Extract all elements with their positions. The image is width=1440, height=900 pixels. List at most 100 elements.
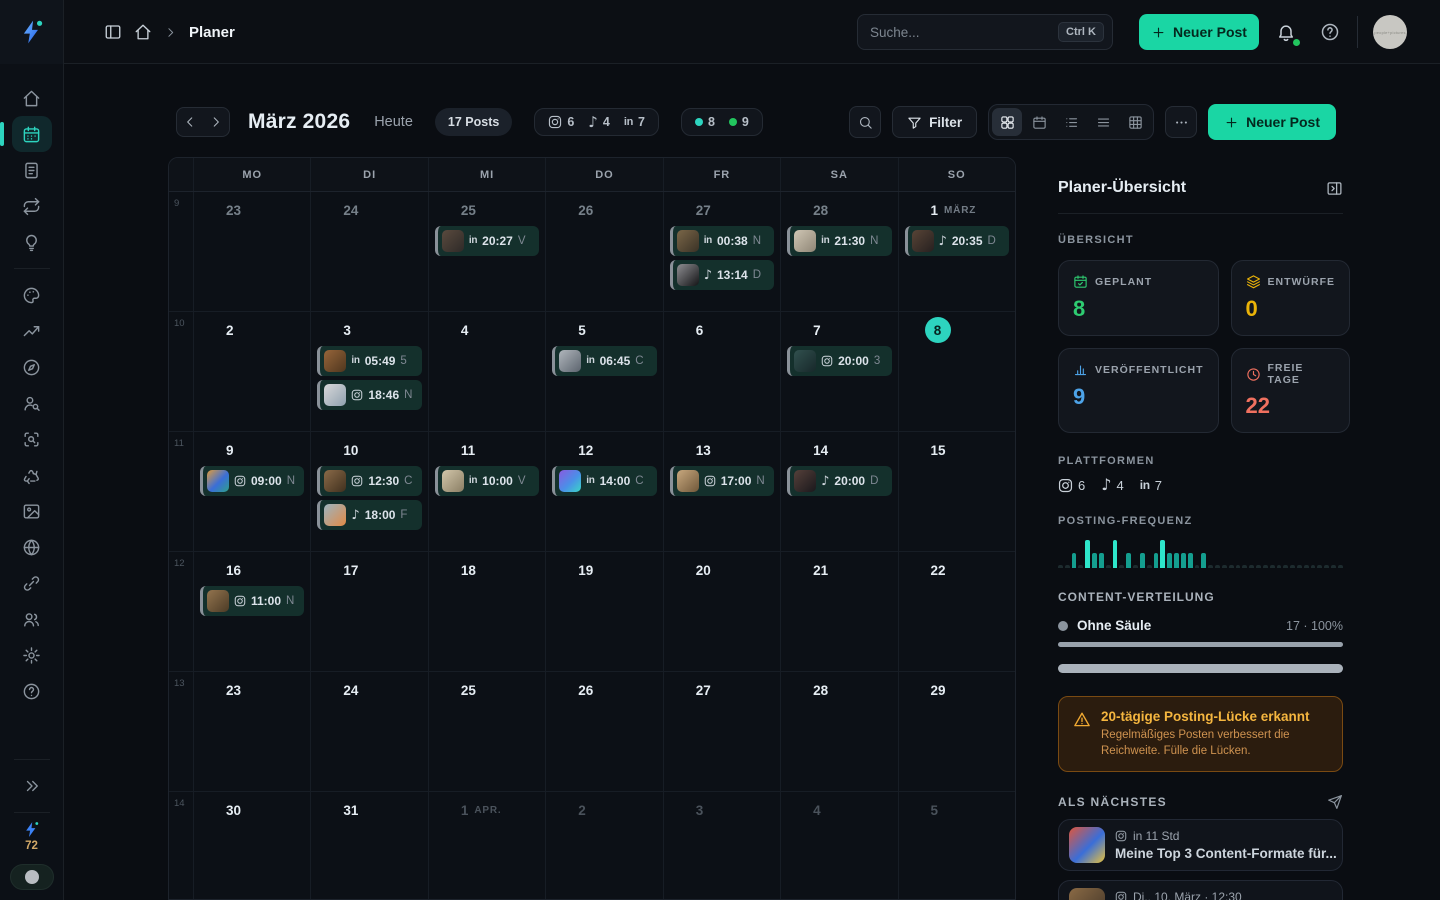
sidebar-item-recycle[interactable] <box>12 457 52 493</box>
filter-button[interactable]: Filter <box>892 106 977 138</box>
sidebar-item-trend[interactable] <box>12 313 52 349</box>
day-cell-24[interactable]: 24 <box>311 192 428 311</box>
view-list-button[interactable] <box>1056 108 1086 136</box>
sidebar-item-help-circle[interactable] <box>12 673 52 709</box>
avatar[interactable]: people+pictures <box>1373 15 1407 49</box>
prev-month-button[interactable] <box>177 108 203 136</box>
next-post-item[interactable]: Di., 10. März · 12:30Q&A: Eure Fragen zu… <box>1058 880 1343 900</box>
day-cell-4[interactable]: 4 <box>429 312 546 431</box>
view-grid2-button[interactable] <box>992 108 1022 136</box>
day-cell-19[interactable]: 19 <box>546 552 663 671</box>
day-cell-12[interactable]: 12in14:00C <box>546 432 663 551</box>
app-logo[interactable] <box>0 0 64 64</box>
today-button[interactable]: Heute <box>374 114 413 130</box>
day-cell-28[interactable]: 28 <box>781 672 898 791</box>
day-cell-23[interactable]: 23 <box>194 672 311 791</box>
sidebar-item-users[interactable] <box>12 601 52 637</box>
post-chip[interactable]: in21:30N <box>787 226 891 256</box>
post-chip[interactable]: 18:46N <box>317 380 421 410</box>
day-cell-13[interactable]: 1317:00N <box>664 432 781 551</box>
sidebar-item-palette[interactable] <box>12 277 52 313</box>
sidebar-item-calendar[interactable] <box>12 116 52 152</box>
day-cell-3[interactable]: 3in05:49518:46N <box>311 312 428 431</box>
sidebar-item-compass[interactable] <box>12 349 52 385</box>
day-cell-6[interactable]: 6 <box>664 312 781 431</box>
day-cell-31[interactable]: 31 <box>311 792 428 900</box>
post-chip[interactable]: in05:495 <box>317 346 421 376</box>
help-button[interactable] <box>1320 22 1340 42</box>
post-chip[interactable]: 11:00N <box>200 586 304 616</box>
day-cell-8[interactable]: 8 <box>899 312 1015 431</box>
sidebar-item-file[interactable] <box>12 152 52 188</box>
view-grid3-button[interactable] <box>1120 108 1150 136</box>
day-cell-26[interactable]: 26 <box>546 192 663 311</box>
sidebar-item-globe[interactable] <box>12 529 52 565</box>
day-cell-9[interactable]: 909:00N <box>194 432 311 551</box>
sidebar-item-user-search[interactable] <box>12 385 52 421</box>
day-cell-29[interactable]: 29 <box>899 672 1015 791</box>
day-cell-25[interactable]: 25 <box>429 672 546 791</box>
next-month-button[interactable] <box>203 108 229 136</box>
day-cell-21[interactable]: 21 <box>781 552 898 671</box>
day-cell-18[interactable]: 18 <box>429 552 546 671</box>
view-calendar-mini-button[interactable] <box>1024 108 1054 136</box>
sidebar-item-gear[interactable] <box>12 637 52 673</box>
day-cell-10[interactable]: 1012:30C♪18:00F <box>311 432 428 551</box>
post-chip[interactable]: in00:38N <box>670 226 774 256</box>
home-icon[interactable] <box>134 23 152 41</box>
day-cell-25[interactable]: 25in20:27V <box>429 192 546 311</box>
day-cell-27[interactable]: 27 <box>664 672 781 791</box>
day-cell-5[interactable]: 5in06:45C <box>546 312 663 431</box>
post-chip[interactable]: in10:00V <box>435 466 539 496</box>
search-input[interactable]: Suche... Ctrl K <box>857 14 1113 50</box>
send-button[interactable] <box>1327 794 1343 810</box>
day-cell-7[interactable]: 720:003 <box>781 312 898 431</box>
day-cell-11[interactable]: 11in10:00V <box>429 432 546 551</box>
post-chip[interactable]: in06:45C <box>552 346 656 376</box>
post-chip[interactable]: 20:003 <box>787 346 891 376</box>
day-cell-4[interactable]: 4 <box>781 792 898 900</box>
day-cell-16[interactable]: 1611:00N <box>194 552 311 671</box>
next-post-item[interactable]: in 11 StdMeine Top 3 Content-Formate für… <box>1058 819 1343 871</box>
panel-collapse-button[interactable] <box>1326 180 1343 197</box>
post-chip[interactable]: ♪13:14D <box>670 260 774 290</box>
sidebar-item-link[interactable] <box>12 565 52 601</box>
day-cell-1[interactable]: 1MÄRZ♪20:35D <box>899 192 1015 311</box>
post-chip[interactable]: 17:00N <box>670 466 774 496</box>
post-chip[interactable]: 12:30C <box>317 466 421 496</box>
day-cell-26[interactable]: 26 <box>546 672 663 791</box>
post-chip[interactable]: 09:00N <box>200 466 304 496</box>
notifications-button[interactable] <box>1276 22 1296 42</box>
sidebar-item-image[interactable] <box>12 493 52 529</box>
day-cell-1[interactable]: 1APR. <box>429 792 546 900</box>
day-cell-2[interactable]: 2 <box>546 792 663 900</box>
day-cell-24[interactable]: 24 <box>311 672 428 791</box>
view-menu-button[interactable] <box>1088 108 1118 136</box>
day-cell-3[interactable]: 3 <box>664 792 781 900</box>
new-post-button[interactable]: Neuer Post <box>1139 14 1259 50</box>
new-post-button-toolbar[interactable]: Neuer Post <box>1208 104 1336 140</box>
post-chip[interactable]: ♪20:00D <box>787 466 891 496</box>
post-chip[interactable]: ♪18:00F <box>317 500 421 530</box>
day-cell-2[interactable]: 2 <box>194 312 311 431</box>
day-cell-23[interactable]: 23 <box>194 192 311 311</box>
day-cell-30[interactable]: 30 <box>194 792 311 900</box>
post-chip[interactable]: ♪20:35D <box>905 226 1009 256</box>
sidebar-collapse-button[interactable] <box>12 768 52 804</box>
day-cell-17[interactable]: 17 <box>311 552 428 671</box>
day-cell-27[interactable]: 27in00:38N♪13:14D <box>664 192 781 311</box>
theme-toggle[interactable] <box>10 864 54 890</box>
post-chip[interactable]: in14:00C <box>552 466 656 496</box>
sidebar-item-bulb[interactable] <box>12 224 52 260</box>
search-button[interactable] <box>849 106 881 138</box>
day-cell-22[interactable]: 22 <box>899 552 1015 671</box>
sidebar-item-repeat[interactable] <box>12 188 52 224</box>
sidebar-item-home[interactable] <box>12 80 52 116</box>
day-cell-15[interactable]: 15 <box>899 432 1015 551</box>
day-cell-28[interactable]: 28in21:30N <box>781 192 898 311</box>
post-chip[interactable]: in20:27V <box>435 226 539 256</box>
more-button[interactable] <box>1165 106 1197 138</box>
day-cell-14[interactable]: 14♪20:00D <box>781 432 898 551</box>
day-cell-20[interactable]: 20 <box>664 552 781 671</box>
sidebar-toggle-icon[interactable] <box>104 23 122 41</box>
